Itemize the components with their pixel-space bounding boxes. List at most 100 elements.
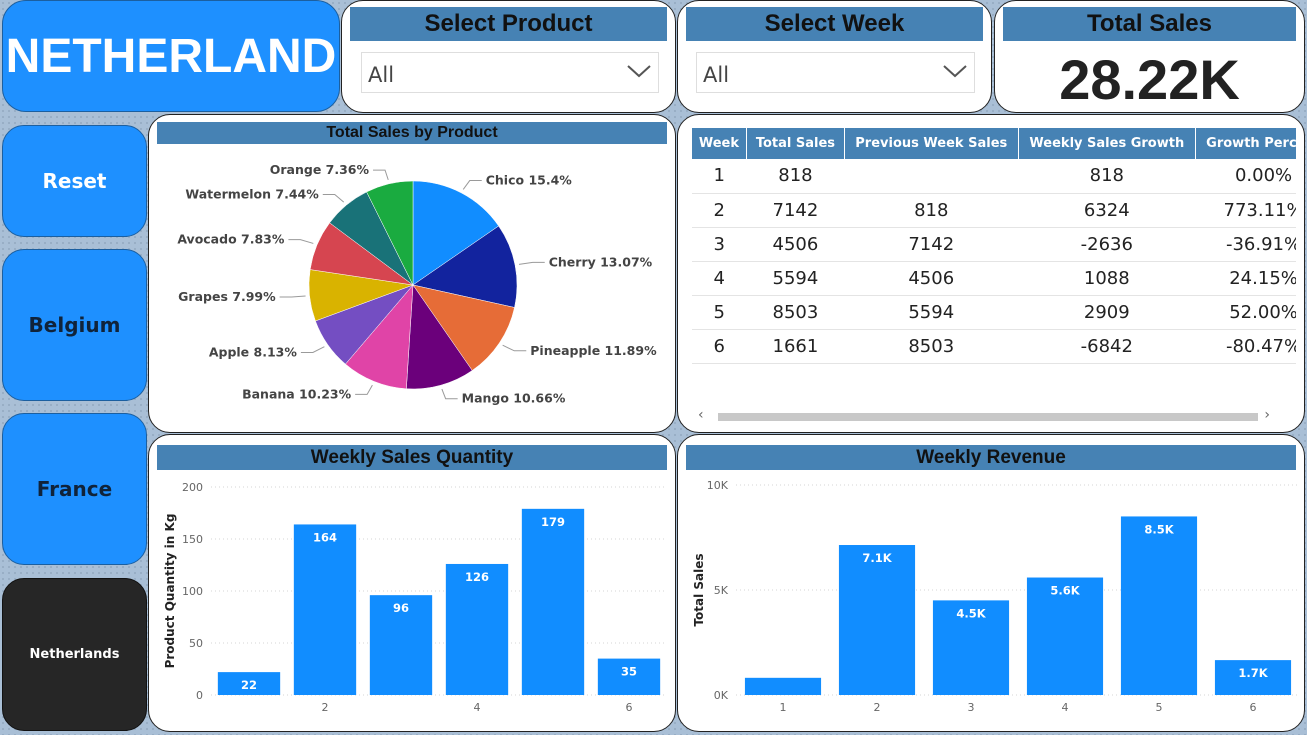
column-header-week[interactable]: Week (692, 128, 747, 159)
scroll-right-icon[interactable]: › (1264, 407, 1270, 423)
y-tick-label: 5K (714, 584, 729, 597)
pie-label-chico: Chico 15.4% (486, 173, 573, 188)
pie-leader-line (502, 344, 527, 352)
revenue-chart-card: Weekly Revenue 0K 5K 10K 7.1K 4.5K 5.6K 8.5K 1.… (677, 434, 1305, 732)
data-label: 22 (241, 678, 257, 692)
pie-label-watermelon: Watermelon 7.44% (185, 186, 319, 201)
x-tick-label: 6 (1250, 701, 1257, 714)
week-filter-title: Select Week (686, 7, 983, 41)
page-title: NETHERLAND (5, 29, 337, 83)
cell-week: 2 (692, 193, 747, 228)
data-label: 4.5K (956, 606, 986, 620)
table-row: 2 7142 818 6324 773.11% (692, 193, 1296, 228)
scrollbar-thumb[interactable] (718, 413, 1258, 421)
bar-week-5[interactable] (1120, 516, 1198, 695)
data-label: 35 (621, 665, 637, 679)
cell-previous-week-sales: 818 (844, 193, 1018, 228)
x-tick-label: 2 (322, 701, 329, 714)
cell-previous-week-sales: 4506 (844, 261, 1018, 296)
pie-label-mango: Mango 10.66% (462, 391, 566, 406)
total-sales-title: Total Sales (1003, 7, 1296, 41)
cell-growth-percent: 0.00% (1195, 159, 1296, 194)
cell-growth-percent: 52.00% (1195, 295, 1296, 330)
cell-weekly-sales-growth: -6842 (1018, 329, 1196, 364)
table-row: 4 5594 4506 1088 24.15% (692, 261, 1296, 296)
cell-previous-week-sales: 7142 (844, 227, 1018, 262)
column-header-weekly-sales-growth[interactable]: Weekly Sales Growth (1018, 128, 1197, 159)
cell-week: 3 (692, 227, 747, 262)
cell-growth-percent: 773.11% (1195, 193, 1296, 228)
cell-total-sales: 5594 (746, 261, 845, 296)
data-label: 126 (465, 570, 489, 584)
scroll-left-icon[interactable]: ‹ (698, 407, 704, 423)
x-tick-label: 4 (1062, 701, 1069, 714)
bar-week-2[interactable] (293, 524, 357, 695)
chevron-down-icon (943, 65, 967, 78)
data-label: 164 (313, 530, 337, 544)
pie-chart-card: Total Sales by Product Chico 15.4% Cherry… (148, 114, 676, 433)
data-label: 5.6K (1050, 584, 1080, 598)
table-row: 5 8503 5594 2909 52.00% (692, 295, 1296, 330)
y-tick-label: 100 (182, 585, 203, 598)
cell-total-sales: 8503 (746, 295, 845, 330)
y-tick-label: 0K (714, 689, 729, 702)
y-tick-label: 0 (196, 689, 203, 702)
weekly-sales-table: Week Total Sales Previous Week Sales Wee… (692, 128, 1296, 364)
cell-week: 1 (692, 159, 747, 194)
week-dropdown[interactable]: All (696, 52, 975, 93)
pie-leader-line (355, 384, 373, 395)
cell-growth-percent: -80.47% (1195, 329, 1296, 364)
cell-week: 6 (692, 329, 747, 364)
pie-leader-line (300, 346, 325, 353)
bar-week-1[interactable] (744, 677, 822, 695)
x-tick-label: 3 (968, 701, 975, 714)
table-viewport: Week Total Sales Previous Week Sales Wee… (692, 128, 1296, 388)
x-tick-label: 2 (874, 701, 881, 714)
data-label: 96 (393, 601, 409, 615)
bar-week-2[interactable] (838, 545, 916, 695)
pie-leader-line (518, 261, 545, 265)
cell-previous-week-sales (844, 159, 1018, 194)
table-row: 3 4506 7142 -2636 -36.91% (692, 227, 1296, 262)
weekly-table-card: Week Total Sales Previous Week Sales Wee… (677, 114, 1305, 433)
cell-total-sales: 4506 (746, 227, 845, 262)
column-header-previous-week-sales[interactable]: Previous Week Sales (844, 128, 1019, 159)
reset-button[interactable]: Reset (2, 125, 147, 237)
pie-label-pineapple: Pineapple 11.89% (530, 343, 657, 358)
x-tick-label: 1 (780, 701, 787, 714)
bar-week-5[interactable] (521, 508, 585, 695)
pie-label-grapes: Grapes 7.99% (178, 289, 276, 304)
product-dropdown-value: All (368, 63, 395, 87)
pie-leader-line (462, 180, 482, 190)
horizontal-scrollbar[interactable]: ‹ › (694, 407, 1284, 423)
pie-leader-line (279, 295, 306, 298)
pie-label-apple: Apple 8.13% (209, 344, 298, 359)
x-tick-label: 6 (626, 701, 633, 714)
netherlands-button[interactable]: Netherlands (2, 578, 147, 731)
pie-leader-line (288, 239, 314, 244)
y-tick-label: 10K (707, 479, 729, 492)
cell-week: 4 (692, 261, 747, 296)
product-dropdown[interactable]: All (361, 52, 659, 93)
belgium-button[interactable]: Belgium (2, 249, 147, 401)
data-label: 8.5K (1144, 522, 1174, 536)
column-header-growth-percent[interactable]: Growth Percent (1195, 128, 1296, 159)
pie-label-avocado: Avocado 7.83% (177, 232, 285, 247)
cell-weekly-sales-growth: -2636 (1018, 227, 1196, 262)
data-label: 1.7K (1238, 666, 1268, 680)
pie-label-banana: Banana 10.23% (242, 386, 352, 401)
data-label: 7.1K (862, 551, 892, 565)
total-sales-card: Total Sales 28.22K (994, 0, 1305, 113)
quantity-bar-chart: 0 50 100 150 200 22 164 96 126 179 35 2 4 6 Product Qu… (163, 481, 667, 714)
cell-weekly-sales-growth: 6324 (1018, 193, 1196, 228)
y-tick-label: 150 (182, 533, 203, 546)
cell-weekly-sales-growth: 1088 (1018, 261, 1196, 296)
table-row: 6 1661 8503 -6842 -80.47% (692, 329, 1296, 364)
y-axis-label: Product Quantity in Kg (163, 514, 177, 669)
cell-weekly-sales-growth: 2909 (1018, 295, 1196, 330)
france-button[interactable]: France (2, 413, 147, 565)
column-header-total-sales[interactable]: Total Sales (746, 128, 846, 159)
country-title-card: NETHERLAND (2, 0, 340, 112)
data-label: 179 (541, 515, 565, 529)
cell-previous-week-sales: 5594 (844, 295, 1018, 330)
